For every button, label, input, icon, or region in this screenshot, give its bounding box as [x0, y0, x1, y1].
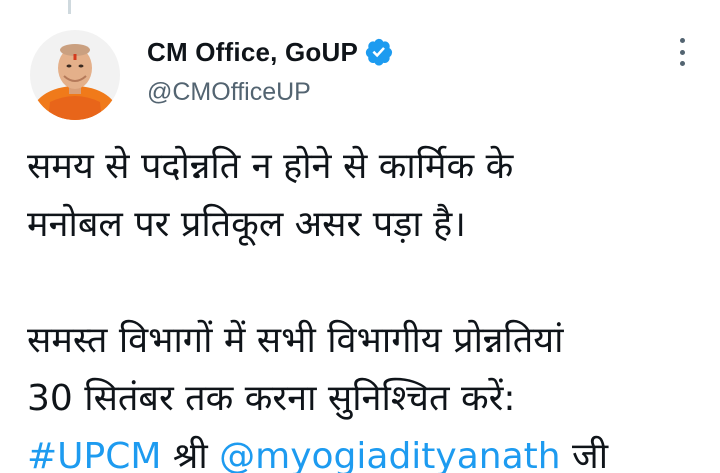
tweet-line-with-links: #UPCM श्री @myogiadityanath जी	[27, 428, 707, 473]
tweet-line: मनोबल पर प्रतिकूल असर पड़ा है।	[27, 204, 466, 245]
profile-avatar[interactable]	[30, 30, 120, 120]
more-options-icon[interactable]	[670, 38, 694, 66]
honorific-text: श्री	[161, 436, 220, 473]
author-name-row: CM Office, GoUP	[147, 35, 394, 69]
tweet-line: समस्त विभागों में सभी विभागीय प्रोन्नतिय…	[27, 320, 564, 361]
more-dot	[679, 38, 685, 43]
more-dot	[679, 49, 685, 55]
tweet-text: समय से पदोन्नति न होने से कार्मिक के मनो…	[27, 138, 707, 473]
more-dot	[679, 61, 685, 66]
tweet-line: 30 सितंबर तक करना सुनिश्चित करें:	[27, 378, 516, 419]
suffix-text: जी	[560, 436, 609, 473]
avatar-image	[30, 30, 120, 120]
author-display-name[interactable]: CM Office, GoUP	[147, 37, 358, 68]
mention-link[interactable]: @myogiadityanath	[219, 436, 560, 473]
thread-connector-line	[68, 0, 71, 14]
hashtag-link[interactable]: #UPCM	[27, 436, 161, 473]
verified-badge-icon	[364, 37, 394, 67]
tweet-line: समय से पदोन्नति न होने से कार्मिक के	[27, 146, 514, 187]
author-handle[interactable]: @CMOfficeUP	[147, 78, 311, 107]
